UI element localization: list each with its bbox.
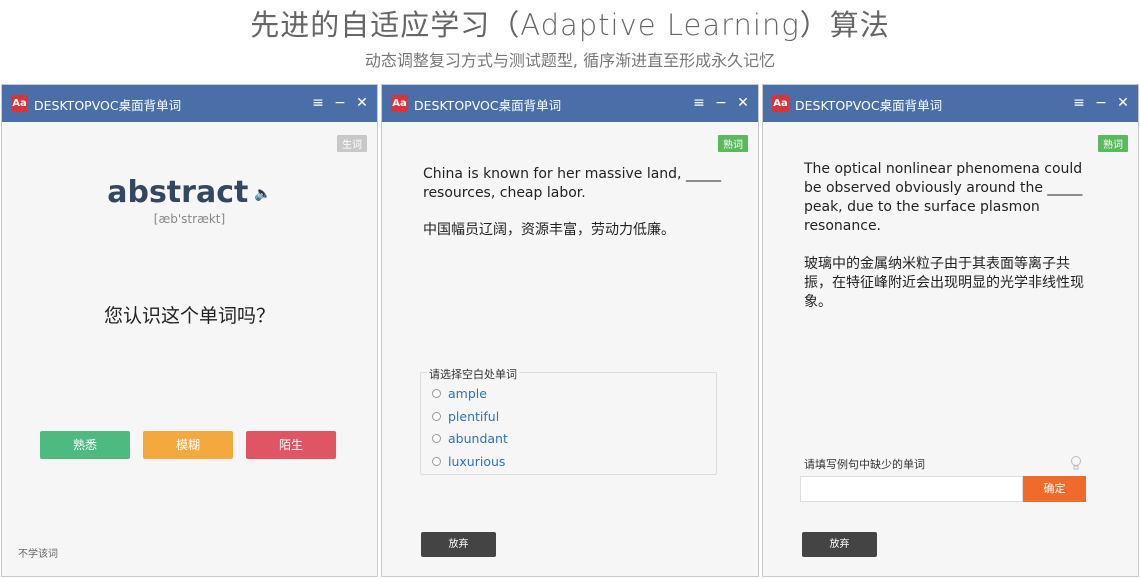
option-ample[interactable]: ample <box>432 384 487 402</box>
option-label[interactable]: luxurious <box>448 454 505 469</box>
give-up-button[interactable]: 放弃 <box>421 532 496 557</box>
fill-prompt-label: 请填写例句中缺少的单词 <box>804 458 925 471</box>
menu-icon[interactable]: ≡ <box>1072 94 1086 112</box>
minimize-icon[interactable]: − <box>714 94 728 112</box>
radio-icon[interactable] <box>432 456 441 466</box>
status-badge: 熟词 <box>718 135 748 152</box>
example-sentence: The optical nonlinear phenomena could be… <box>804 161 1083 234</box>
vocab-word-text: abstract <box>107 175 249 210</box>
menu-icon[interactable]: ≡ <box>311 94 325 112</box>
close-icon[interactable]: ✕ <box>736 94 750 112</box>
radio-icon[interactable] <box>432 433 441 443</box>
hero-title: 先进的自适应学习（Adaptive Learning）算法 <box>250 8 890 42</box>
app-logo-icon: Aa <box>772 95 789 112</box>
option-luxurious[interactable]: luxurious <box>432 452 505 470</box>
title-bar[interactable]: Aa DESKTOPVOC桌面背单词 ≡ − ✕ <box>382 85 758 122</box>
familiar-button[interactable]: 熟悉 <box>40 431 130 459</box>
lightbulb-icon[interactable] <box>1070 455 1082 474</box>
menu-icon[interactable]: ≡ <box>692 94 706 112</box>
hero-subtitle: 动态调整复习方式与测试题型, 循序渐进直至形成永久记忆 <box>364 51 776 70</box>
close-icon[interactable]: ✕ <box>1116 94 1130 112</box>
recognition-question: 您认识这个单词吗？ <box>103 305 275 327</box>
app-window-fill: Aa DESKTOPVOC桌面背单词 ≡ − ✕ 熟词 The optical … <box>762 84 1139 577</box>
vague-button[interactable]: 模糊 <box>143 431 233 459</box>
example-translation: 中国幅员辽阔，资源丰富，劳动力低廉。 <box>423 222 675 238</box>
minimize-icon[interactable]: − <box>333 94 347 112</box>
example-translation: 玻璃中的金属纳米粒子由于其表面等离子共振，在特征峰附近会出现明显的光学非线性现象… <box>804 256 1084 310</box>
app-title: DESKTOPVOC桌面背单词 <box>414 98 562 113</box>
app-logo-icon: Aa <box>11 95 28 112</box>
minimize-icon[interactable]: − <box>1094 94 1108 112</box>
give-up-button[interactable]: 放弃 <box>802 532 877 557</box>
option-abundant[interactable]: abundant <box>432 429 508 447</box>
app-title: DESKTOPVOC桌面背单词 <box>795 98 943 113</box>
option-label[interactable]: abundant <box>448 431 508 446</box>
skip-word-link[interactable]: 不学该词 <box>18 545 58 560</box>
app-window-recognition: Aa DESKTOPVOC桌面背单词 ≡ − ✕ 生词 abstract 🔈 [æ… <box>1 84 378 577</box>
speaker-icon[interactable]: 🔈 <box>254 186 271 202</box>
title-bar[interactable]: Aa DESKTOPVOC桌面背单词 ≡ − ✕ <box>2 85 377 122</box>
vocab-word: abstract 🔈 <box>2 175 377 210</box>
confirm-button[interactable]: 确定 <box>1023 476 1086 502</box>
option-label[interactable]: ample <box>448 386 487 401</box>
title-bar[interactable]: Aa DESKTOPVOC桌面背单词 ≡ − ✕ <box>763 85 1138 122</box>
option-plentiful[interactable]: plentiful <box>432 407 499 425</box>
close-icon[interactable]: ✕ <box>355 94 369 112</box>
phonetic: [æb'strækt] <box>153 212 226 226</box>
radio-icon[interactable] <box>432 388 441 398</box>
app-window-choice: Aa DESKTOPVOC桌面背单词 ≡ − ✕ 熟词 China is kno… <box>381 84 759 577</box>
radio-icon[interactable] <box>432 411 441 421</box>
status-badge: 熟词 <box>1098 135 1128 152</box>
choice-group-label: 请选择空白处单词 <box>427 366 519 382</box>
strange-button[interactable]: 陌生 <box>246 431 336 459</box>
choice-group: 请选择空白处单词 ample plentiful abundant luxuri… <box>420 366 717 475</box>
app-logo-icon: Aa <box>391 95 408 112</box>
option-label[interactable]: plentiful <box>448 409 499 424</box>
app-title: DESKTOPVOC桌面背单词 <box>34 98 182 113</box>
example-sentence: China is known for her massive land, ___… <box>423 166 721 201</box>
answer-input[interactable] <box>800 476 1023 502</box>
status-badge: 生词 <box>337 135 367 152</box>
